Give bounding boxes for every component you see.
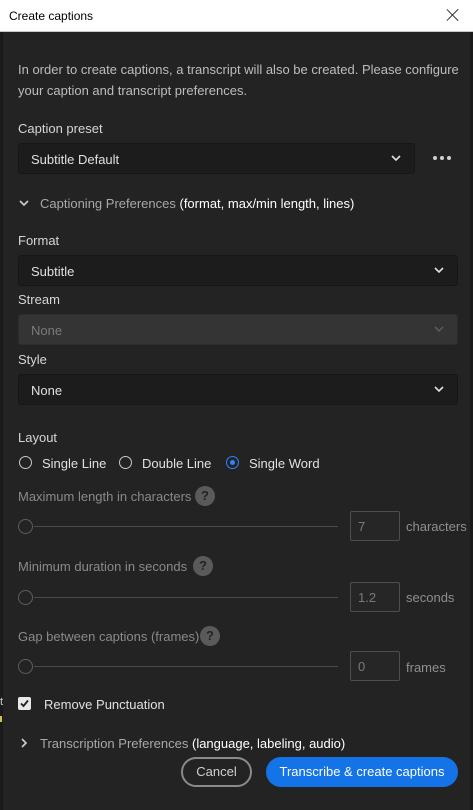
max-length-unit: characters xyxy=(406,519,467,534)
stream-label: Stream xyxy=(18,292,60,307)
caption-preset-label: Caption preset xyxy=(18,121,103,136)
max-length-input[interactable]: 7 xyxy=(350,511,400,541)
gap-slider-thumb[interactable] xyxy=(18,659,33,674)
format-label: Format xyxy=(18,233,60,248)
min-duration-label: Minimum duration in seconds xyxy=(18,559,188,574)
edge-indicator xyxy=(0,716,2,722)
chevron-down-icon xyxy=(18,196,30,211)
chevron-down-icon xyxy=(434,384,444,393)
stream-value: None xyxy=(31,323,63,338)
max-length-slider-track[interactable] xyxy=(34,526,338,527)
transcription-preferences-toggle[interactable]: Transcription Preferences (language, lab… xyxy=(18,736,345,751)
intro-text: In order to create captions, a transcrip… xyxy=(18,62,459,98)
remove-punctuation-checkbox[interactable] xyxy=(18,697,31,710)
more-horizontal-icon[interactable] xyxy=(433,152,453,164)
min-duration-slider-track[interactable] xyxy=(34,597,338,598)
gap-unit: frames xyxy=(406,660,446,675)
transcription-preferences-hint: (language, labeling, audio) xyxy=(191,736,346,751)
close-icon[interactable] xyxy=(445,7,461,23)
captioning-preferences-hint: (format, max/min length, lines) xyxy=(179,196,355,211)
min-duration-slider-thumb[interactable] xyxy=(18,590,33,605)
radio-label: Double Line xyxy=(142,456,212,471)
chevron-right-icon xyxy=(18,736,30,751)
gap-input[interactable]: 0 xyxy=(350,651,400,681)
max-length-slider-thumb[interactable] xyxy=(18,519,33,534)
radio-label: Single Line xyxy=(42,456,107,471)
max-length-label: Maximum length in characters xyxy=(18,489,192,504)
cancel-button[interactable]: Cancel xyxy=(181,757,252,787)
captioning-preferences-title: Captioning Preferences xyxy=(40,196,176,211)
min-duration-input[interactable]: 1.2 xyxy=(350,582,400,612)
radio-circle xyxy=(19,456,32,469)
radio-circle xyxy=(119,456,132,469)
edge-mark: t xyxy=(0,696,4,708)
gap-label: Gap between captions (frames) xyxy=(18,629,200,644)
window-title: Create captions xyxy=(9,9,94,23)
help-icon[interactable]: ? xyxy=(200,626,220,646)
format-value: Subtitle xyxy=(31,264,75,279)
gap-slider-track[interactable] xyxy=(34,666,338,667)
radio-label: Single Word xyxy=(249,456,320,471)
caption-preset-select[interactable]: Subtitle Default xyxy=(18,143,415,174)
chevron-down-icon xyxy=(434,265,444,274)
radio-circle-selected xyxy=(226,456,239,469)
remove-punctuation-label: Remove Punctuation xyxy=(44,697,165,712)
help-icon[interactable]: ? xyxy=(193,556,213,576)
format-select[interactable]: Subtitle xyxy=(18,255,458,286)
title-bar: Create captions xyxy=(0,0,473,32)
caption-preset-value: Subtitle Default xyxy=(31,152,120,167)
transcribe-create-captions-button[interactable]: Transcribe & create captions xyxy=(266,757,458,787)
style-value: None xyxy=(31,383,63,398)
help-icon[interactable]: ? xyxy=(195,486,215,506)
transcription-preferences-title: Transcription Preferences xyxy=(40,736,189,751)
chevron-down-icon xyxy=(391,153,401,162)
stream-select: None xyxy=(18,314,458,345)
layout-label: Layout xyxy=(18,430,58,445)
style-label: Style xyxy=(18,352,47,367)
min-duration-unit: seconds xyxy=(406,590,455,605)
chevron-down-icon xyxy=(434,324,444,333)
style-select[interactable]: None xyxy=(18,374,458,405)
captioning-preferences-toggle[interactable]: Captioning Preferences (format, max/min … xyxy=(18,196,354,211)
